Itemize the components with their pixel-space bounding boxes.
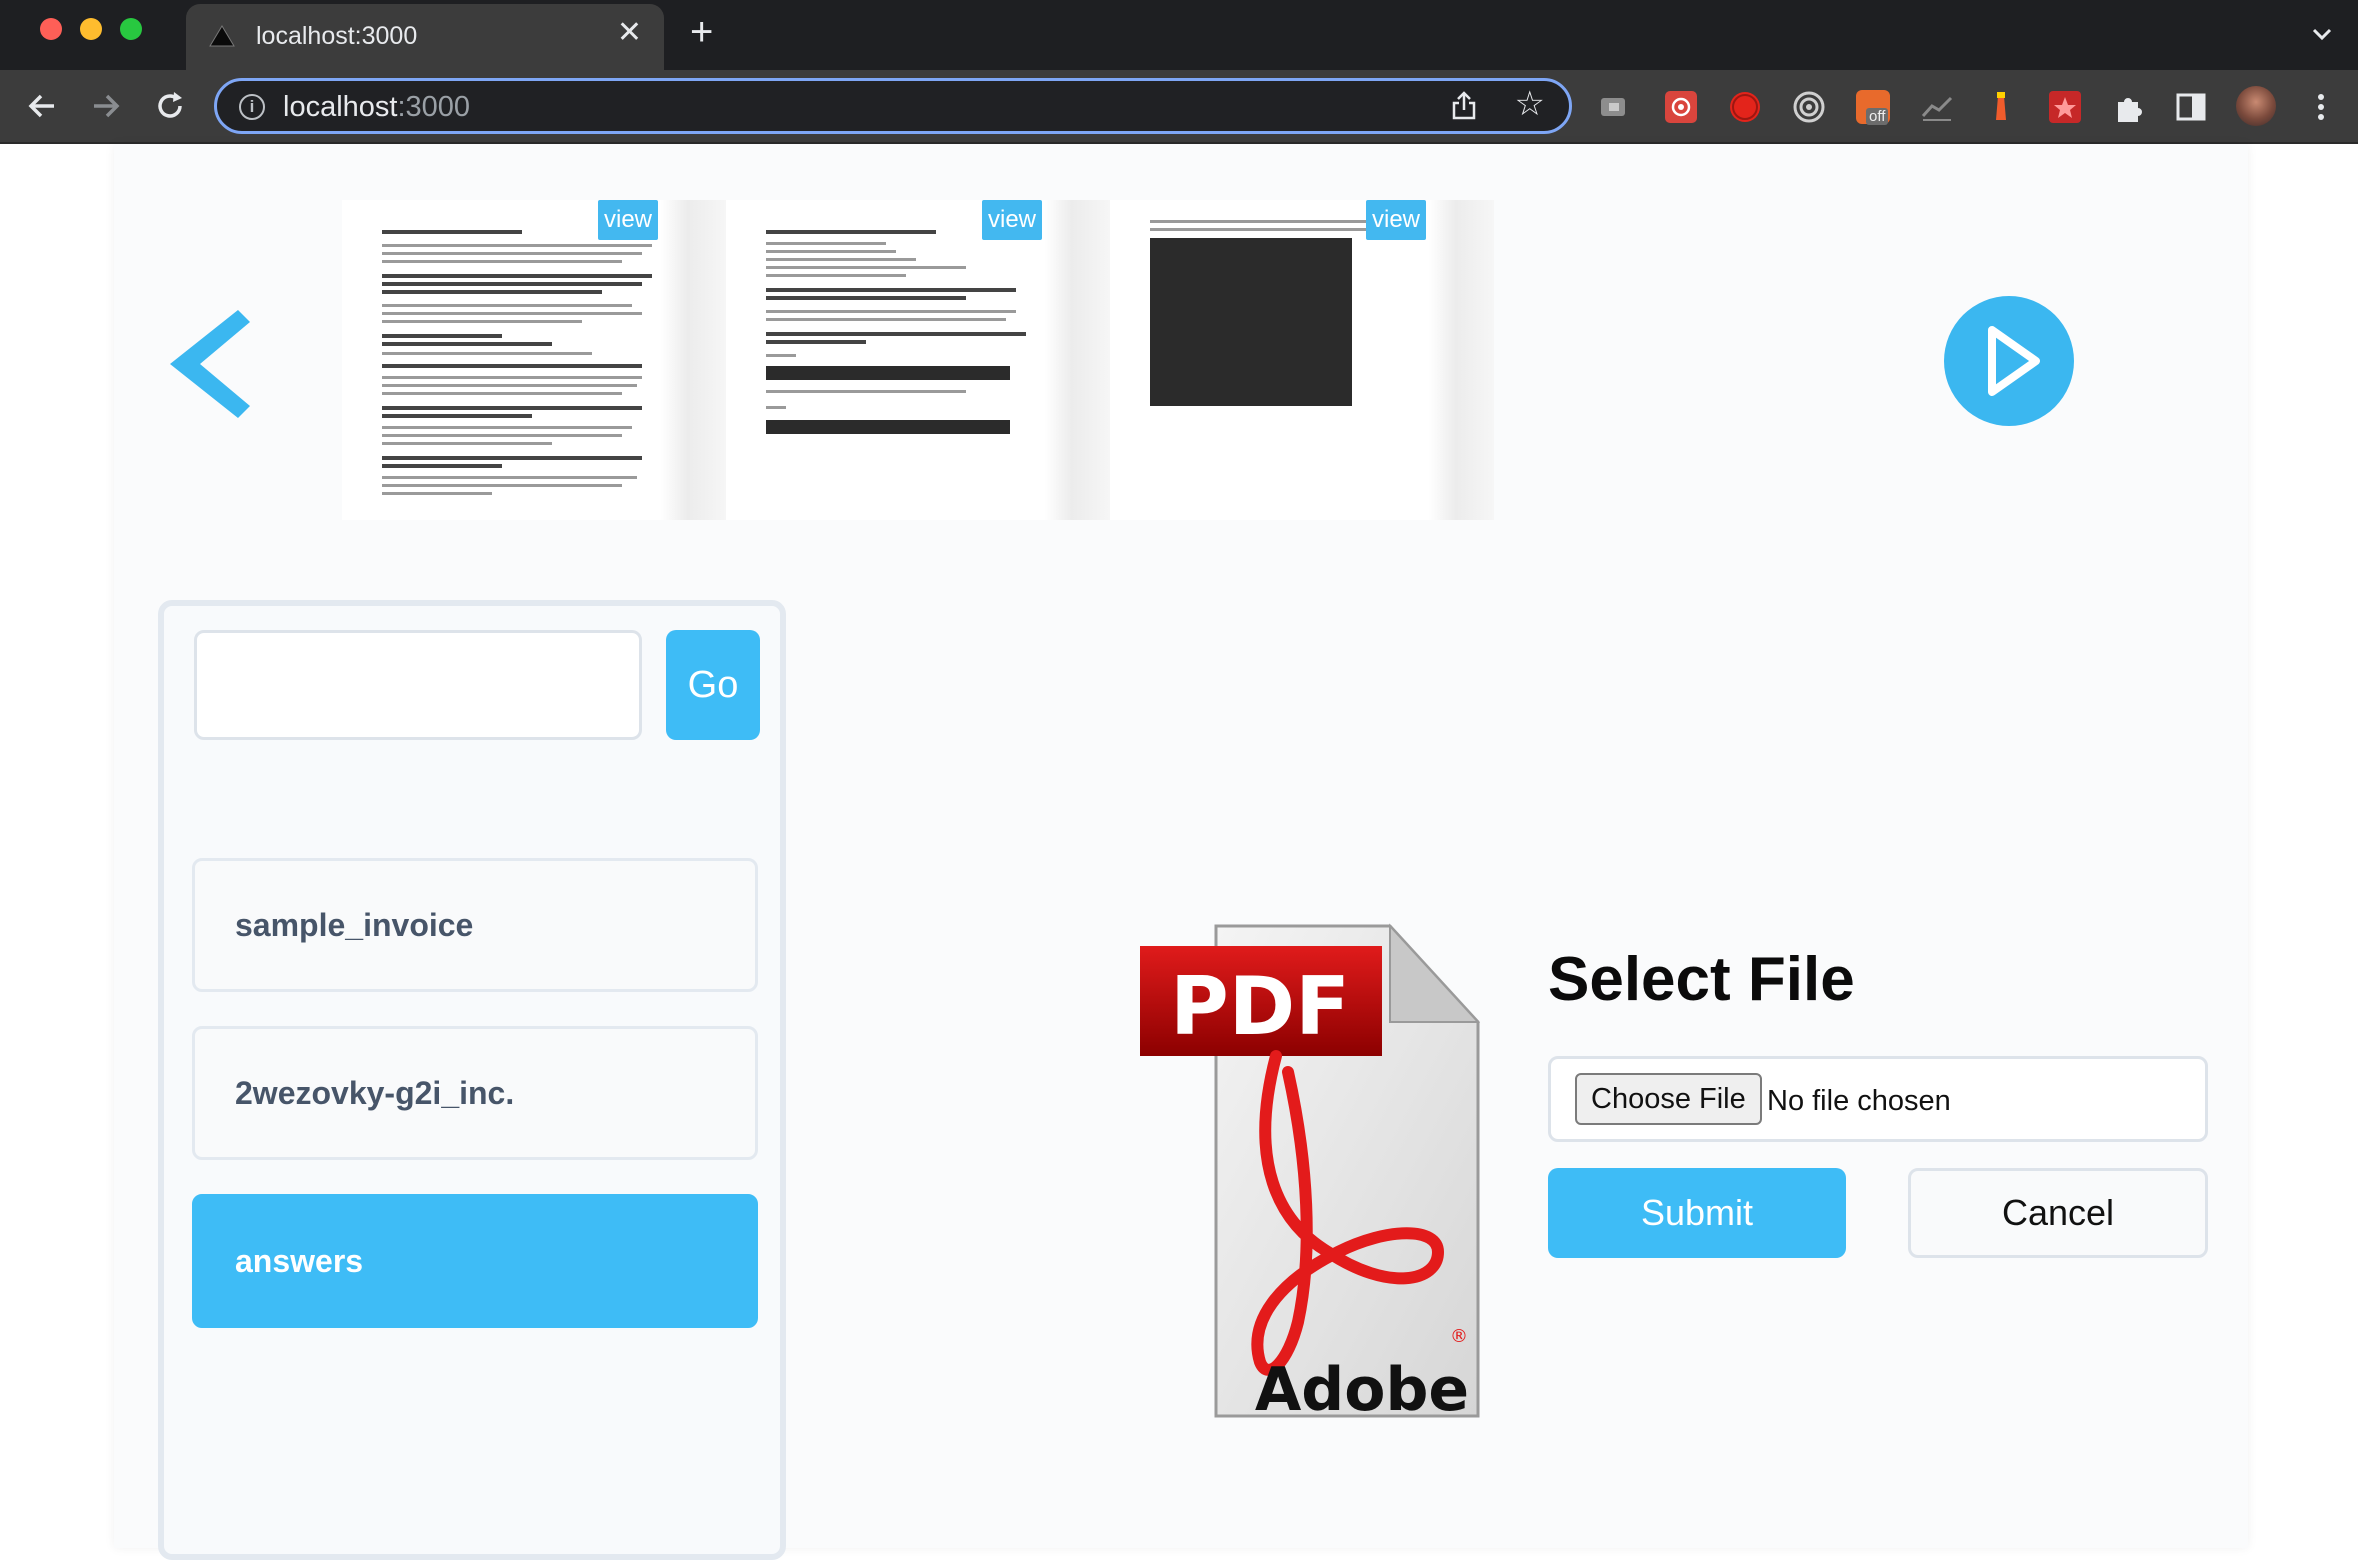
record-icon[interactable] bbox=[1728, 90, 1762, 124]
back-button[interactable] bbox=[22, 86, 62, 126]
menu-icon[interactable] bbox=[2304, 90, 2338, 124]
forward-button[interactable] bbox=[86, 86, 126, 126]
address-text: localhost:3000 bbox=[283, 91, 470, 124]
chevron-left-icon[interactable] bbox=[160, 304, 256, 424]
browser-toolbar: i localhost:3000 ☆ off bbox=[0, 70, 2358, 144]
thumb-view-button[interactable]: view bbox=[982, 200, 1042, 240]
browser-tab[interactable]: localhost:3000 ✕ bbox=[186, 4, 664, 70]
file-list-item[interactable]: sample_invoice bbox=[192, 858, 758, 992]
file-input[interactable]: Choose File No file chosen bbox=[1548, 1056, 2208, 1142]
go-button[interactable]: Go bbox=[666, 630, 760, 740]
document-thumbnail[interactable] bbox=[726, 200, 1110, 520]
reload-icon bbox=[158, 92, 182, 118]
window-zoom-button[interactable] bbox=[120, 18, 142, 40]
pdf-label: PDF bbox=[1170, 960, 1350, 1053]
site-info-icon[interactable]: i bbox=[239, 94, 265, 120]
new-tab-button[interactable]: + bbox=[690, 12, 713, 52]
star-square-icon[interactable] bbox=[2048, 90, 2082, 124]
puzzle-icon[interactable] bbox=[2112, 90, 2146, 124]
camera-icon[interactable] bbox=[1598, 90, 1632, 124]
select-file-title: Select File bbox=[1548, 945, 1855, 1014]
no-file-label: No file chosen bbox=[1767, 1085, 1951, 1117]
play-icon bbox=[1988, 326, 2040, 396]
file-item-label: 2wezovky-g2i_inc. bbox=[235, 1075, 515, 1111]
file-list-item[interactable]: 2wezovky-g2i_inc. bbox=[192, 1026, 758, 1160]
carousel-next-button[interactable] bbox=[1944, 296, 2074, 426]
address-bar[interactable]: i localhost:3000 ☆ bbox=[214, 78, 1572, 134]
browser-tabbar: localhost:3000 ✕ + bbox=[0, 0, 2358, 70]
vercel-triangle-icon bbox=[209, 25, 235, 47]
url-host: localhost bbox=[283, 91, 398, 123]
sidepanel-icon[interactable] bbox=[2174, 90, 2208, 124]
arrow-right-icon bbox=[94, 94, 120, 118]
file-sidebar: Go sample_invoice 2wezovky-g2i_inc. answ… bbox=[158, 600, 786, 1560]
document-thumbnail[interactable] bbox=[1110, 200, 1494, 520]
window-close-button[interactable] bbox=[40, 18, 62, 40]
adobe-label: Adobe bbox=[1255, 1355, 1469, 1418]
pdf-file-icon: PDF Adobe ® bbox=[1140, 923, 1480, 1418]
chart-icon[interactable] bbox=[1920, 90, 1954, 124]
bookmark-star-icon[interactable]: ☆ bbox=[1515, 87, 1545, 121]
avatar[interactable] bbox=[2236, 86, 2276, 126]
off-badge-icon[interactable]: off bbox=[1856, 90, 1890, 125]
thumb-view-button[interactable]: view bbox=[598, 200, 658, 240]
bug-icon[interactable] bbox=[1664, 90, 1698, 124]
file-item-label: answers bbox=[235, 1243, 364, 1279]
extension-badge: off bbox=[1866, 108, 1889, 125]
document-thumbnail[interactable] bbox=[342, 200, 726, 520]
file-list-item-active[interactable]: answers bbox=[192, 1194, 758, 1328]
target-icon[interactable] bbox=[1792, 90, 1826, 124]
search-input[interactable] bbox=[194, 630, 642, 740]
tab-title: localhost:3000 bbox=[256, 22, 418, 50]
cancel-button[interactable]: Cancel bbox=[1908, 1168, 2208, 1258]
tab-close-icon[interactable]: ✕ bbox=[617, 18, 642, 48]
url-port: :3000 bbox=[397, 91, 471, 123]
tab-search-chevron-icon[interactable] bbox=[2308, 20, 2336, 48]
submit-button[interactable]: Submit bbox=[1548, 1168, 1846, 1258]
file-item-label: sample_invoice bbox=[235, 907, 474, 943]
share-icon[interactable] bbox=[1449, 91, 1479, 121]
lighthouse-icon[interactable] bbox=[1984, 90, 2018, 124]
window-minimize-button[interactable] bbox=[80, 18, 102, 40]
thumb-view-button[interactable]: view bbox=[1366, 200, 1426, 240]
arrow-left-icon bbox=[28, 94, 54, 118]
page: view view view Go sample_invoice 2wezovk… bbox=[0, 144, 2358, 1560]
reload-button[interactable] bbox=[150, 86, 190, 126]
svg-text:®: ® bbox=[1450, 1326, 1468, 1347]
choose-file-button[interactable]: Choose File bbox=[1575, 1073, 1762, 1125]
